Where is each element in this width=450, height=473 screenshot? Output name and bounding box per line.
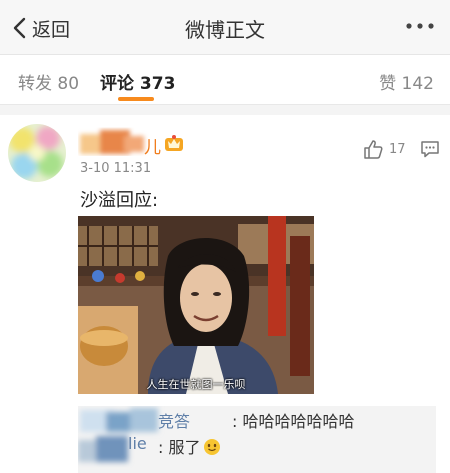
vip-crown-icon	[165, 135, 183, 151]
image-caption: 人生在世就图一乐呗	[146, 378, 246, 391]
reply-author-2[interactable]: lie	[128, 434, 147, 453]
reply-author-1[interactable]: 竞答	[158, 408, 190, 432]
comment-timestamp: 3-10 11:31	[80, 161, 152, 176]
reply-text-2-content: : 服了	[158, 438, 201, 457]
username-visible-part[interactable]: 儿	[144, 133, 161, 158]
thumbs-up-icon	[364, 140, 383, 159]
more-button[interactable]	[404, 18, 436, 34]
tab-bar: 转发 80 评论 373 赞 142	[0, 55, 450, 105]
blurred-avatar-icon	[8, 124, 66, 182]
tab-repost[interactable]: 转发 80	[18, 69, 79, 94]
page-title: 微博正文	[185, 18, 265, 42]
top-navigation-bar: 返回 微博正文	[0, 0, 450, 55]
tab-likes[interactable]: 赞 142	[379, 69, 434, 94]
reply-comment-icon[interactable]	[420, 139, 440, 159]
comment-text: 沙溢回应:	[80, 190, 159, 211]
active-tab-indicator	[118, 97, 154, 101]
reply-preview-box[interactable]: 竞答 : 哈哈哈哈哈哈哈 lie : 服了	[78, 406, 436, 473]
like-button[interactable]: 17	[362, 138, 406, 160]
tab-comments[interactable]: 评论 373	[100, 69, 175, 94]
avatar[interactable]	[8, 124, 66, 182]
more-dots-icon	[406, 23, 434, 29]
reply-text-2: : 服了	[158, 434, 221, 458]
like-count: 17	[389, 141, 406, 157]
smiling-face-emoji-icon	[204, 439, 221, 455]
reply-text-1: : 哈哈哈哈哈哈哈	[232, 412, 355, 431]
section-divider	[0, 105, 450, 115]
drama-still-image	[78, 216, 314, 394]
comment-image[interactable]: 人生在世就图一乐呗	[78, 216, 314, 394]
